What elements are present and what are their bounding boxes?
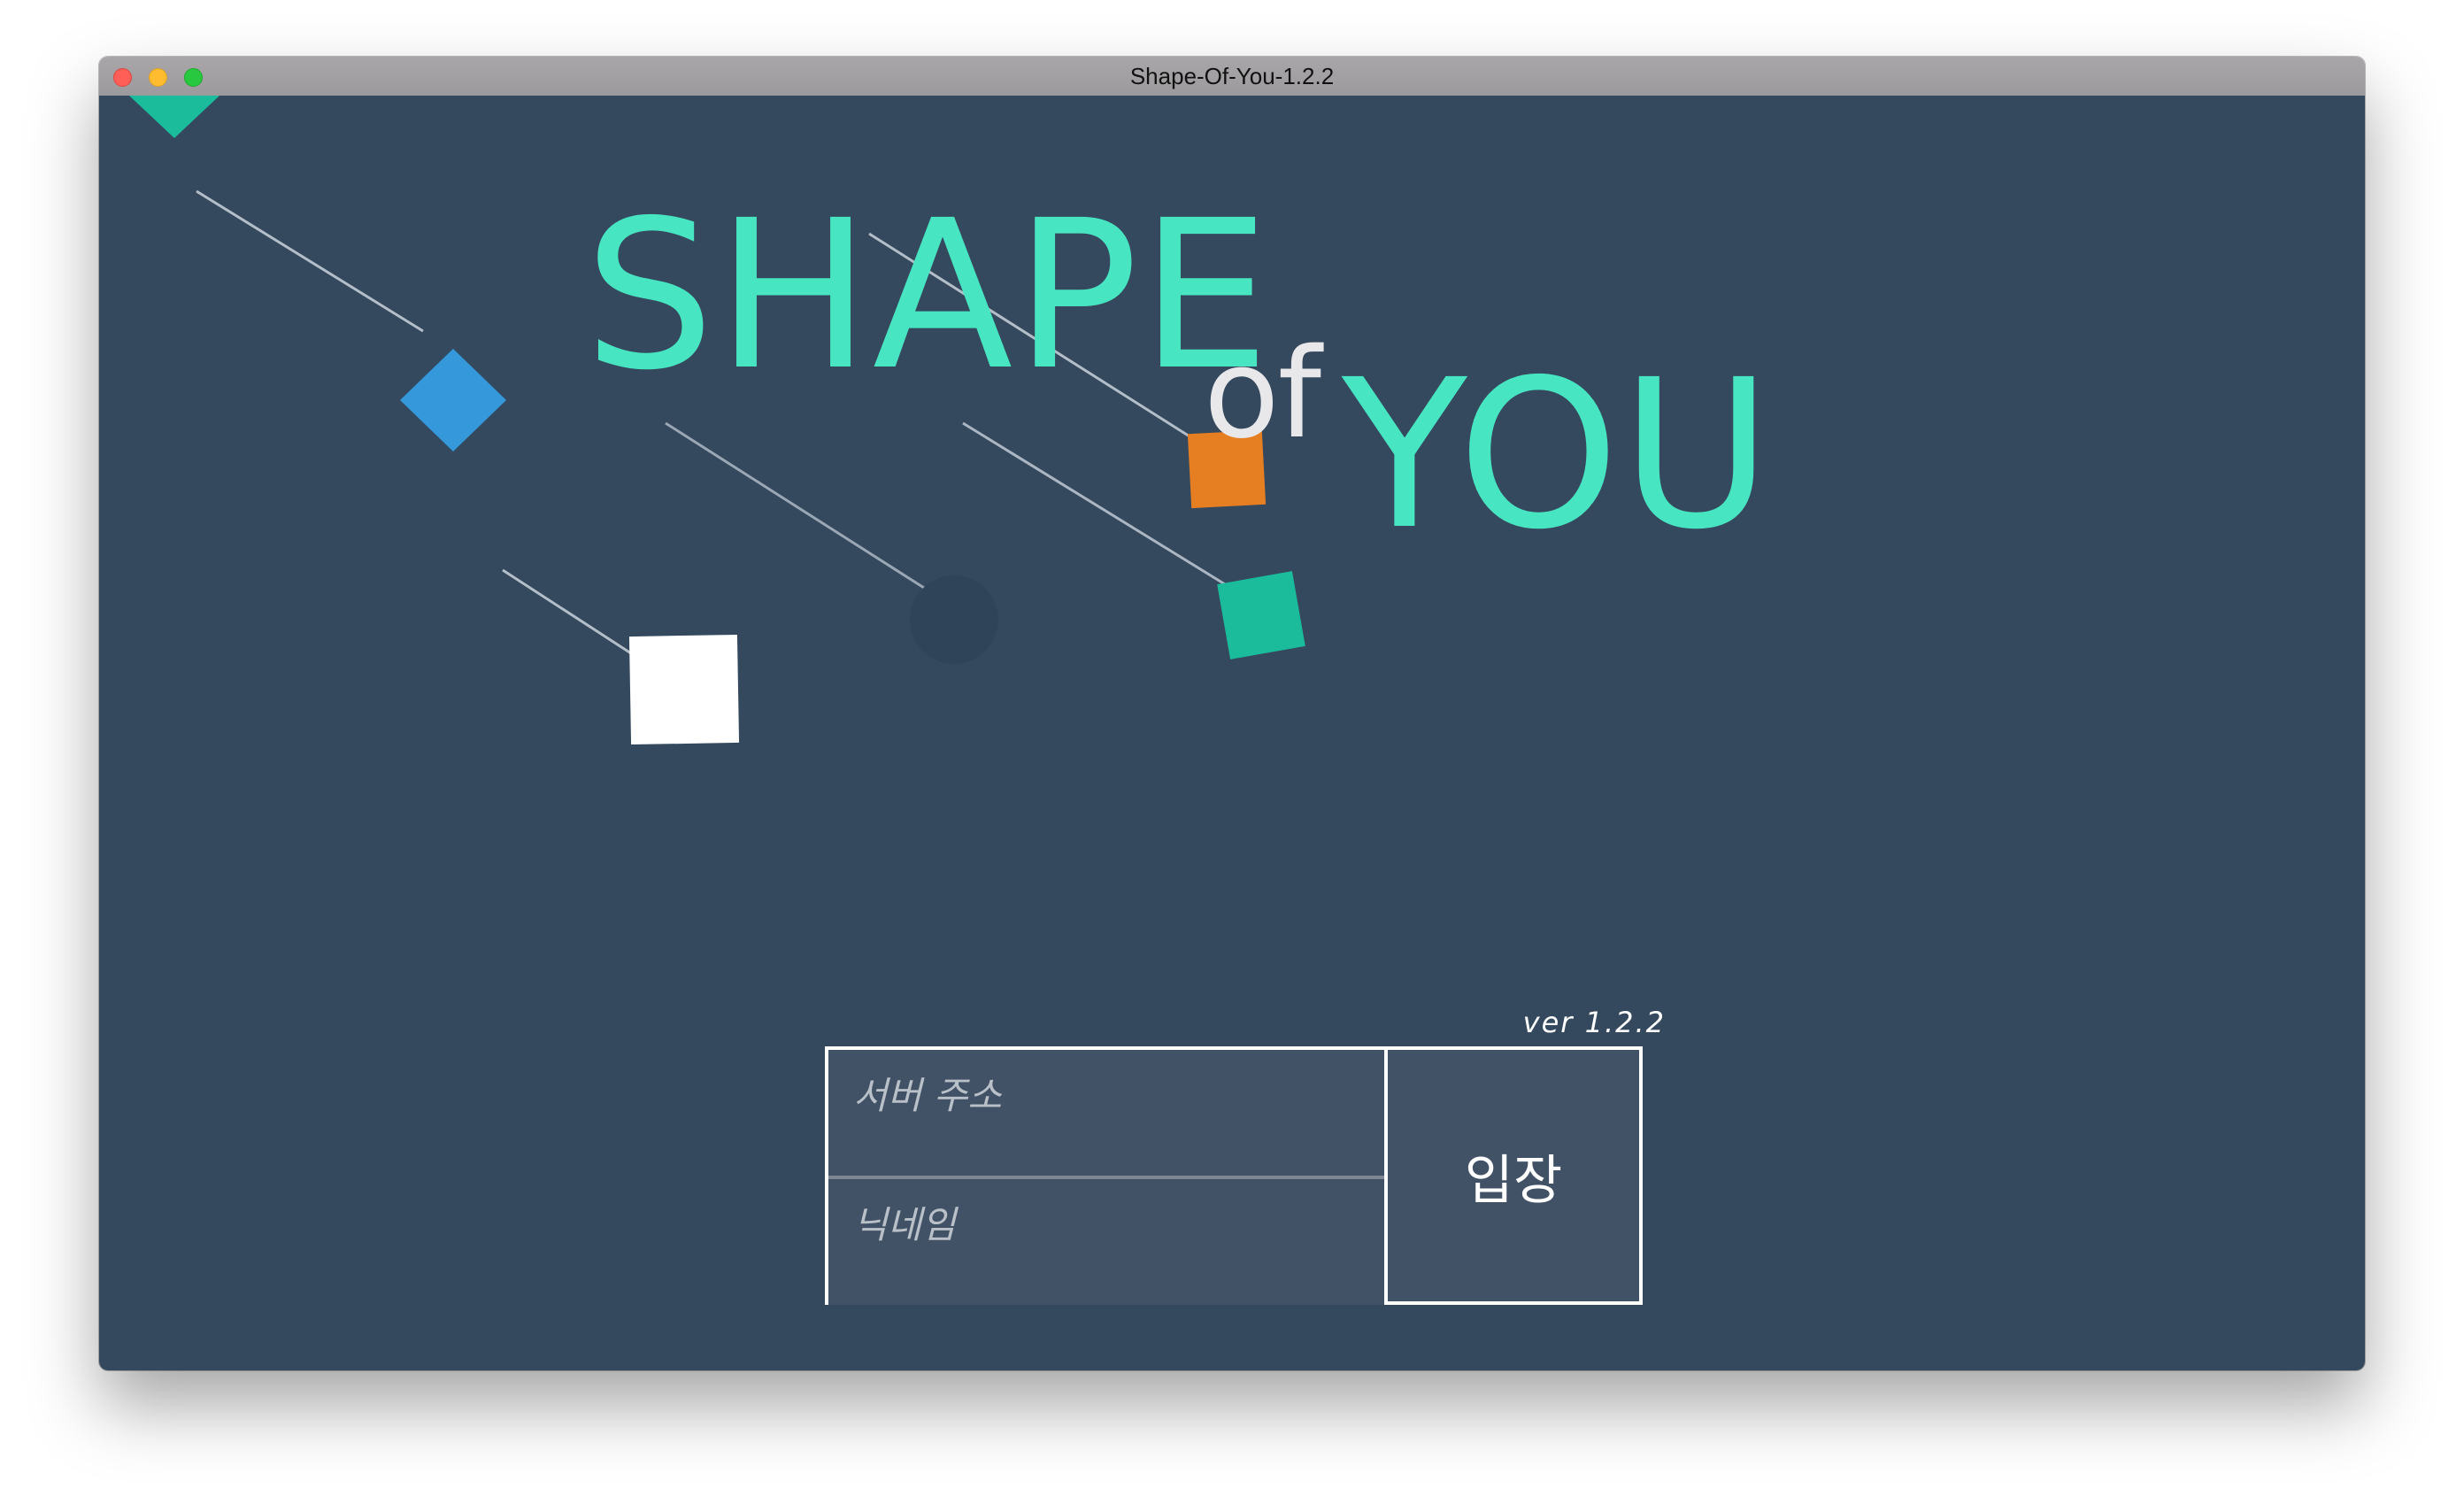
white-square-shape <box>628 634 740 745</box>
desktop: Shape-Of-You-1.2.2 SHAPE of YOU ver 1.2.… <box>0 0 2464 1512</box>
game-canvas: SHAPE of YOU ver 1.2.2 서버 주소 닉네임 입장 <box>99 96 2365 1370</box>
logo-of-word: of <box>1204 322 1321 467</box>
window-title: Shape-Of-You-1.2.2 <box>1129 63 1335 89</box>
server-address-placeholder: 서버 주소 <box>853 1074 1002 1117</box>
server-address-input[interactable]: 서버 주소 <box>828 1050 1388 1176</box>
app-window: Shape-Of-You-1.2.2 SHAPE of YOU ver 1.2.… <box>99 57 2365 1370</box>
dark-circle-shape <box>910 575 998 664</box>
shape-trail <box>196 189 424 333</box>
shape-trail <box>665 421 925 590</box>
shape-trail <box>962 421 1226 586</box>
title-bar[interactable]: Shape-Of-You-1.2.2 <box>99 57 2365 96</box>
login-form: 서버 주소 닉네임 <box>825 1046 1388 1305</box>
shape-trail <box>502 568 635 657</box>
nickname-input[interactable]: 닉네임 <box>828 1179 1388 1305</box>
nickname-placeholder: 닉네임 <box>853 1203 956 1246</box>
logo-shape-word: SHAPE <box>584 176 1272 415</box>
green-square-shape <box>1217 571 1305 660</box>
enter-button[interactable]: 입장 <box>1384 1046 1643 1305</box>
logo-you-word: YOU <box>1342 336 1774 575</box>
blue-diamond-shape <box>400 349 506 451</box>
version-label: ver 1.2.2 <box>1522 1006 1666 1039</box>
green-triangle-shape <box>129 96 219 138</box>
